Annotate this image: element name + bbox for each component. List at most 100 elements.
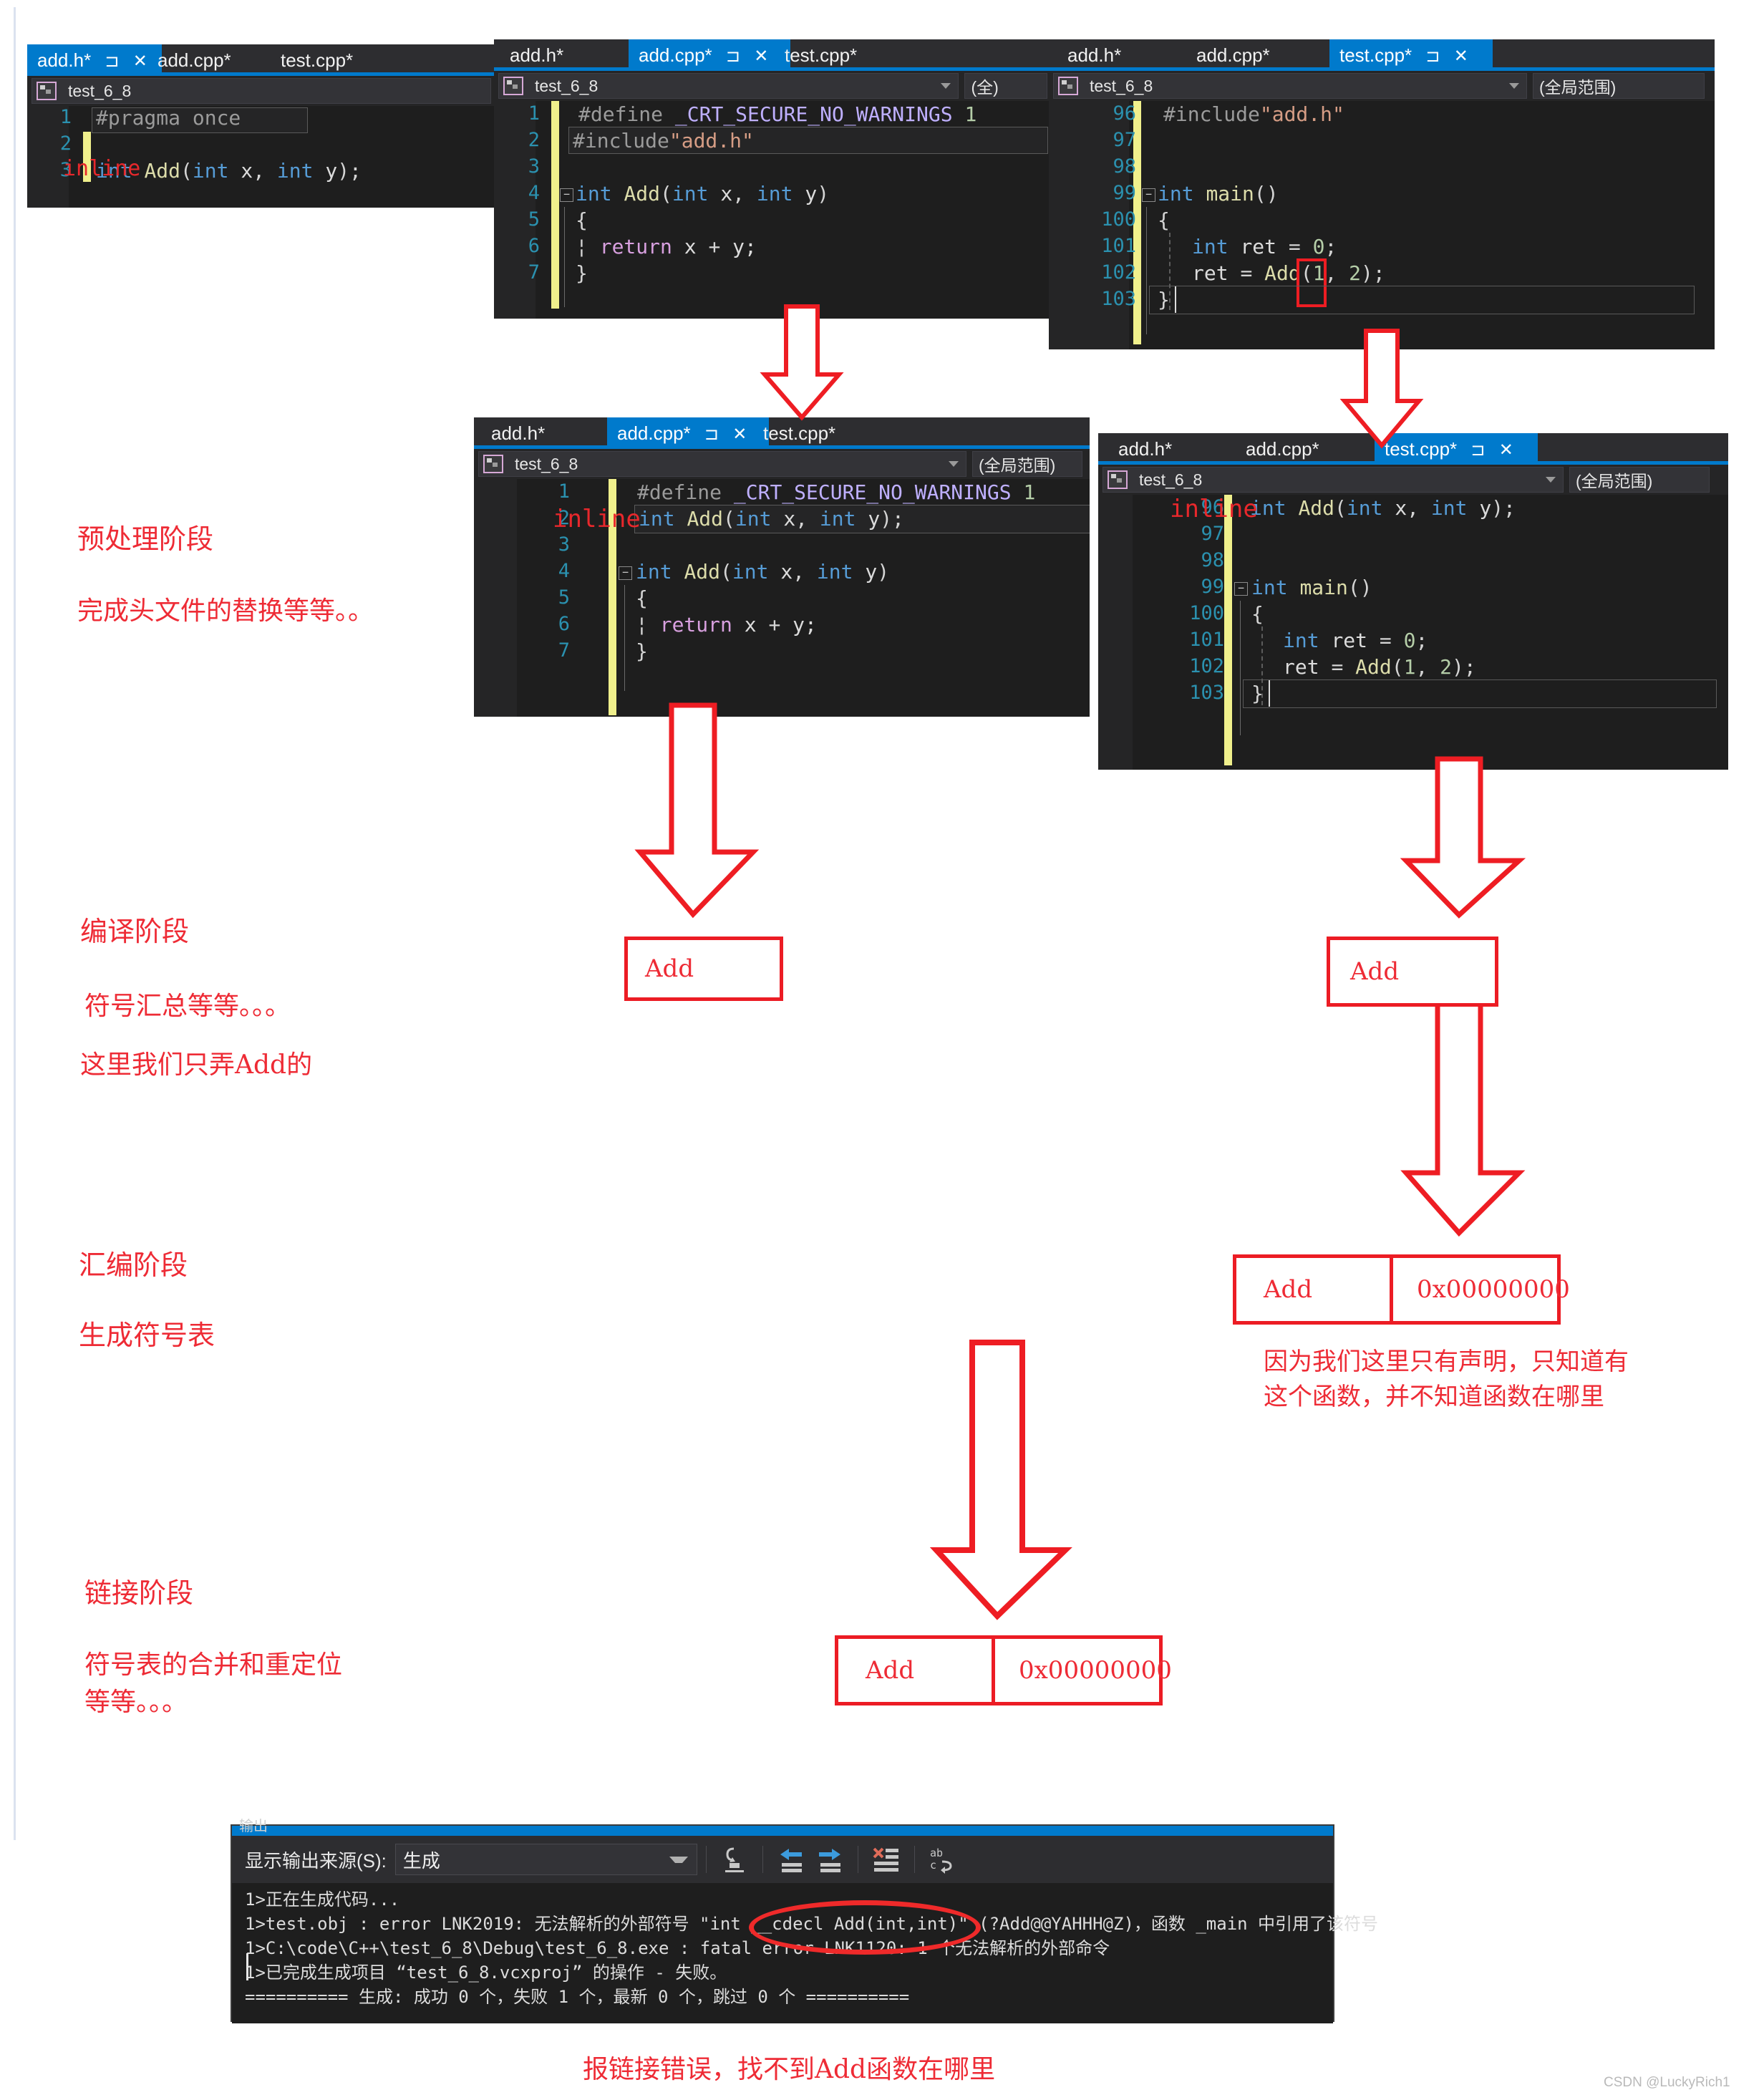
stage-assemble-desc: 生成符号表 (79, 1320, 215, 1351)
scope-name: (全局范围) (979, 456, 1056, 475)
tab-test-cpp[interactable]: test.cpp* (753, 417, 845, 449)
close-icon[interactable]: ✕ (1454, 47, 1468, 66)
tab-test-cpp[interactable]: test.cpp* ⊐ ✕ (1329, 39, 1493, 71)
pin-icon[interactable]: ⊐ (1425, 47, 1440, 66)
tab-add-cpp[interactable]: add.cpp* (1236, 433, 1329, 465)
tab-test-cpp[interactable]: test.cpp* (775, 39, 867, 71)
tab-add-cpp[interactable]: add.cpp* (147, 44, 241, 76)
project-combo[interactable]: test_6_8 (478, 451, 966, 477)
table-divider (992, 1639, 995, 1702)
scope-combo[interactable]: (全) (964, 73, 1047, 99)
output-text-area[interactable]: 1>正在生成代码... 1>test.obj : error LNK2019: … (232, 1883, 1378, 2023)
tabstrip-underline (1098, 461, 1728, 465)
fold-toggle-icon[interactable]: − (1142, 188, 1155, 202)
tab-test-cpp[interactable]: test.cpp* (271, 44, 363, 76)
toolbar-separator (762, 1846, 763, 1873)
project-combo[interactable]: test_6_8 (498, 73, 959, 99)
code-area[interactable]: 96 #include"add.h" 97 98 99 − int main()… (1049, 101, 1715, 349)
line-number: 5 (528, 208, 540, 231)
tab-add-h[interactable]: add.h* (1057, 39, 1131, 71)
code-line-text: { (636, 586, 648, 610)
line-number: 7 (528, 261, 540, 284)
chevron-down-icon[interactable] (941, 83, 951, 89)
pin-icon[interactable]: ⊐ (704, 425, 719, 444)
fold-toggle-icon[interactable]: − (1234, 582, 1248, 596)
output-source-label: 显示输出来源(S): (245, 1849, 387, 1872)
project-icon (1058, 77, 1078, 95)
close-icon[interactable]: ✕ (732, 425, 747, 444)
line-number: 98 (1113, 155, 1136, 178)
code-line-text: int Add(int x, int y); (1250, 496, 1516, 520)
chevron-down-icon[interactable] (1509, 83, 1519, 89)
tab-add-cpp[interactable]: add.cpp* ⊐ ✕ (629, 39, 790, 71)
tab-label: add.h* (510, 44, 564, 66)
editor-window-add-cpp-preprocessed[interactable]: add.h* add.cpp* ⊐ ✕ test.cpp* test_6_8 (… (474, 417, 1090, 717)
tab-add-cpp[interactable]: add.cpp* (1186, 39, 1280, 71)
scope-combo[interactable]: (全局范围) (972, 451, 1082, 477)
line-number: 99 (1113, 182, 1136, 204)
project-combo[interactable]: test_6_8 (1102, 467, 1564, 493)
toolbar-separator (705, 1846, 707, 1873)
navigate-back-icon[interactable] (776, 1844, 806, 1874)
close-icon[interactable]: ✕ (133, 52, 147, 71)
project-icon (483, 455, 503, 473)
code-line-text: #define _CRT_SECURE_NO_WARNINGS 1 (637, 480, 1036, 504)
output-window-titlebar: 输出 (232, 1819, 1333, 1836)
editor-window-test-cpp[interactable]: add.h* add.cpp* test.cpp* ⊐ ✕ test_6_8 (… (1049, 39, 1715, 349)
code-area[interactable]: 1 #define _CRT_SECURE_NO_WARNINGS 1 2 in… (474, 479, 1090, 717)
project-combo[interactable]: test_6_8 (1053, 73, 1527, 99)
tab-add-h[interactable]: add.h* (1108, 433, 1182, 465)
pin-icon[interactable]: ⊐ (105, 52, 119, 71)
tab-label: add.h* (37, 49, 92, 71)
fold-toggle-icon[interactable]: − (619, 566, 632, 580)
line-number: 2 (528, 129, 540, 151)
pin-icon[interactable]: ⊐ (1470, 440, 1485, 460)
code-line-text: ret = Add(1, 2); (1192, 261, 1385, 285)
arrow-preprocess-add-cpp (760, 304, 844, 421)
tab-add-cpp[interactable]: add.cpp* ⊐ ✕ (607, 417, 769, 449)
tab-add-h[interactable]: add.h* (500, 39, 573, 71)
chevron-down-icon[interactable] (1546, 477, 1556, 483)
tab-add-h[interactable]: add.h* ⊐ ✕ (27, 44, 162, 76)
tab-label: add.cpp* (1246, 438, 1319, 460)
scope-name: (全) (971, 78, 999, 97)
close-icon[interactable]: ✕ (1499, 440, 1513, 460)
code-area[interactable]: 1 #pragma once 2 3 int Add(int x, int y)… (27, 106, 500, 208)
jump-to-source-icon[interactable] (719, 1844, 750, 1874)
navigation-bar: test_6_8 (全) (494, 71, 1049, 101)
navigation-bar: test_6_8 (27, 76, 500, 106)
toggle-word-wrap-icon[interactable]: ab c (928, 1844, 958, 1874)
navigation-bar: test_6_8 (全局范围) (474, 449, 1090, 479)
editor-window-add-cpp[interactable]: add.h* add.cpp* ⊐ ✕ test.cpp* test_6_8 (… (494, 39, 1049, 319)
editor-window-add-h[interactable]: add.h* ⊐ ✕ add.cpp* test.cpp* test_6_8 1… (27, 44, 500, 208)
tab-add-h[interactable]: add.h* (481, 417, 555, 449)
code-line-text: ¦ return x + y; (576, 235, 757, 258)
navigate-forward-icon[interactable] (815, 1844, 845, 1874)
tabstrip: add.h* ⊐ ✕ add.cpp* test.cpp* (27, 44, 500, 76)
scope-combo[interactable]: (全局范围) (1533, 73, 1705, 99)
line-number: 6 (528, 235, 540, 257)
symbol-name: Add (1264, 1275, 1313, 1304)
output-toolbar[interactable]: 显示输出来源(S): 生成 ab c (232, 1836, 1333, 1883)
tabstrip: add.h* add.cpp* test.cpp* ⊐ ✕ (1049, 39, 1715, 71)
line-number: 1 (558, 480, 570, 503)
chevron-down-icon[interactable] (669, 1857, 688, 1863)
chevron-down-icon[interactable] (949, 461, 959, 467)
code-area[interactable]: 96 int Add(int x, int y); inline 97 98 9… (1098, 495, 1728, 770)
code-area[interactable]: 1 #define _CRT_SECURE_NO_WARNINGS 1 2 #i… (494, 101, 1049, 319)
output-source-select[interactable]: 生成 (394, 1844, 697, 1875)
fold-toggle-icon[interactable]: − (560, 188, 573, 202)
stage-link-title: 链接阶段 (84, 1577, 194, 1609)
project-name: test_6_8 (535, 76, 598, 95)
scope-combo[interactable]: (全局范围) (1569, 467, 1710, 493)
line-number: 99 (1201, 576, 1224, 598)
pin-icon[interactable]: ⊐ (726, 47, 740, 66)
editor-window-test-cpp-preprocessed[interactable]: add.h* add.cpp* test.cpp* ⊐ ✕ test_6_8 (… (1098, 433, 1728, 770)
code-line-text: { (1251, 602, 1264, 626)
line-number: 7 (558, 639, 570, 662)
project-combo[interactable]: test_6_8 (32, 78, 491, 104)
line-number: 103 (1101, 288, 1136, 310)
diagram-canvas: add.h* ⊐ ✕ add.cpp* test.cpp* test_6_8 1… (0, 0, 1764, 2100)
clear-all-icon[interactable] (871, 1844, 901, 1874)
close-icon[interactable]: ✕ (754, 47, 768, 66)
